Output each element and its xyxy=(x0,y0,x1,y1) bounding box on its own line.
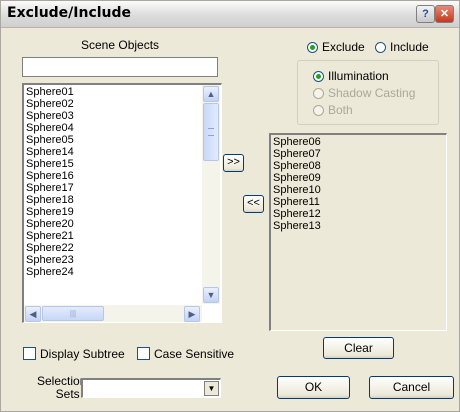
include-label: Include xyxy=(390,40,429,54)
scroll-right-icon[interactable]: ▶ xyxy=(184,306,200,322)
scene-objects-filter-input[interactable] xyxy=(22,57,218,77)
excluded-objects-items: Sphere06 Sphere07 Sphere08 Sphere09 Sphere10… xyxy=(273,136,321,232)
display-subtree-label: Display Subtree xyxy=(40,347,125,361)
list-item[interactable]: Sphere16 xyxy=(26,170,74,182)
ok-button[interactable]: OK xyxy=(277,376,350,399)
illumination-label: Illumination xyxy=(328,69,389,83)
close-icon[interactable]: ✕ xyxy=(435,5,454,23)
list-item[interactable]: Sphere08 xyxy=(273,160,321,172)
scene-objects-items: Sphere01 Sphere02 Sphere03 Sphere04 Sphere05… xyxy=(26,86,74,278)
selection-sets-label: Selection Sets xyxy=(37,375,86,401)
list-item[interactable]: Sphere07 xyxy=(273,148,321,160)
scene-objects-list[interactable]: Sphere01 Sphere02 Sphere03 Sphere04 Sphere05… xyxy=(22,83,222,323)
list-item[interactable]: Sphere23 xyxy=(26,254,74,266)
display-subtree-checkbox[interactable] xyxy=(23,347,36,360)
list-item[interactable]: Sphere12 xyxy=(273,208,321,220)
list-item[interactable]: Sphere06 xyxy=(273,136,321,148)
scroll-up-icon[interactable]: ▲ xyxy=(203,86,219,102)
both-label: Both xyxy=(328,103,353,117)
dialog-title: Exclude/Include xyxy=(7,5,132,21)
list-item[interactable]: Sphere01 xyxy=(26,86,74,98)
list-item[interactable]: Sphere02 xyxy=(26,98,74,110)
horizontal-scrollbar[interactable]: ◀ ||| ▶ xyxy=(24,305,202,322)
selection-sets-label-line2: Sets xyxy=(55,387,80,401)
illumination-radio[interactable] xyxy=(313,71,324,82)
shadow-casting-radio[interactable] xyxy=(313,88,324,99)
exclude-label: Exclude xyxy=(322,40,365,54)
remove-from-exclude-button[interactable]: << xyxy=(243,195,264,213)
list-item[interactable]: Sphere09 xyxy=(273,172,321,184)
selection-sets-label-line1: Selection xyxy=(37,374,87,388)
list-item[interactable]: Sphere22 xyxy=(26,242,74,254)
help-icon[interactable]: ? xyxy=(416,5,435,23)
exclude-radio[interactable] xyxy=(307,42,318,53)
list-item[interactable]: Sphere19 xyxy=(26,206,74,218)
horizontal-scroll-thumb[interactable]: ||| xyxy=(42,306,104,321)
clear-button[interactable]: Clear xyxy=(323,337,394,359)
include-radio[interactable] xyxy=(375,42,386,53)
list-item[interactable]: Sphere11 xyxy=(273,196,321,208)
list-item[interactable]: Sphere20 xyxy=(26,218,74,230)
list-item[interactable]: Sphere05 xyxy=(26,134,74,146)
title-bar: Exclude/Include ? ✕ xyxy=(1,1,459,28)
excluded-objects-list[interactable]: Sphere06 Sphere07 Sphere08 Sphere09 Sphere10… xyxy=(269,133,447,331)
vertical-scrollbar[interactable]: ▲ ▼ xyxy=(202,85,220,304)
shadow-casting-label: Shadow Casting xyxy=(328,86,416,100)
scene-objects-heading: Scene Objects xyxy=(81,38,160,52)
scroll-left-icon[interactable]: ◀ xyxy=(25,306,41,322)
selection-sets-dropdown[interactable]: ▼ xyxy=(81,378,221,398)
cancel-button[interactable]: Cancel xyxy=(369,376,454,399)
list-item[interactable]: Sphere04 xyxy=(26,122,74,134)
affect-group: Illumination Shadow Casting Both xyxy=(297,60,439,125)
scroll-thumb[interactable] xyxy=(203,103,219,161)
list-item[interactable]: Sphere15 xyxy=(26,158,74,170)
list-item[interactable]: Sphere24 xyxy=(26,266,74,278)
exclude-include-dialog: Exclude/Include ? ✕ Scene Objects Sphere… xyxy=(0,0,460,412)
list-item[interactable]: Sphere10 xyxy=(273,184,321,196)
add-to-exclude-button[interactable]: >> xyxy=(223,154,244,172)
list-item[interactable]: Sphere13 xyxy=(273,220,321,232)
list-item[interactable]: Sphere18 xyxy=(26,194,74,206)
case-sensitive-checkbox[interactable] xyxy=(137,347,150,360)
list-item[interactable]: Sphere21 xyxy=(26,230,74,242)
both-radio[interactable] xyxy=(313,105,324,116)
scroll-down-icon[interactable]: ▼ xyxy=(203,287,219,303)
case-sensitive-label: Case Sensitive xyxy=(154,347,235,361)
list-item[interactable]: Sphere03 xyxy=(26,110,74,122)
chevron-down-icon[interactable]: ▼ xyxy=(204,381,219,396)
list-item[interactable]: Sphere17 xyxy=(26,182,74,194)
list-item[interactable]: Sphere14 xyxy=(26,146,74,158)
